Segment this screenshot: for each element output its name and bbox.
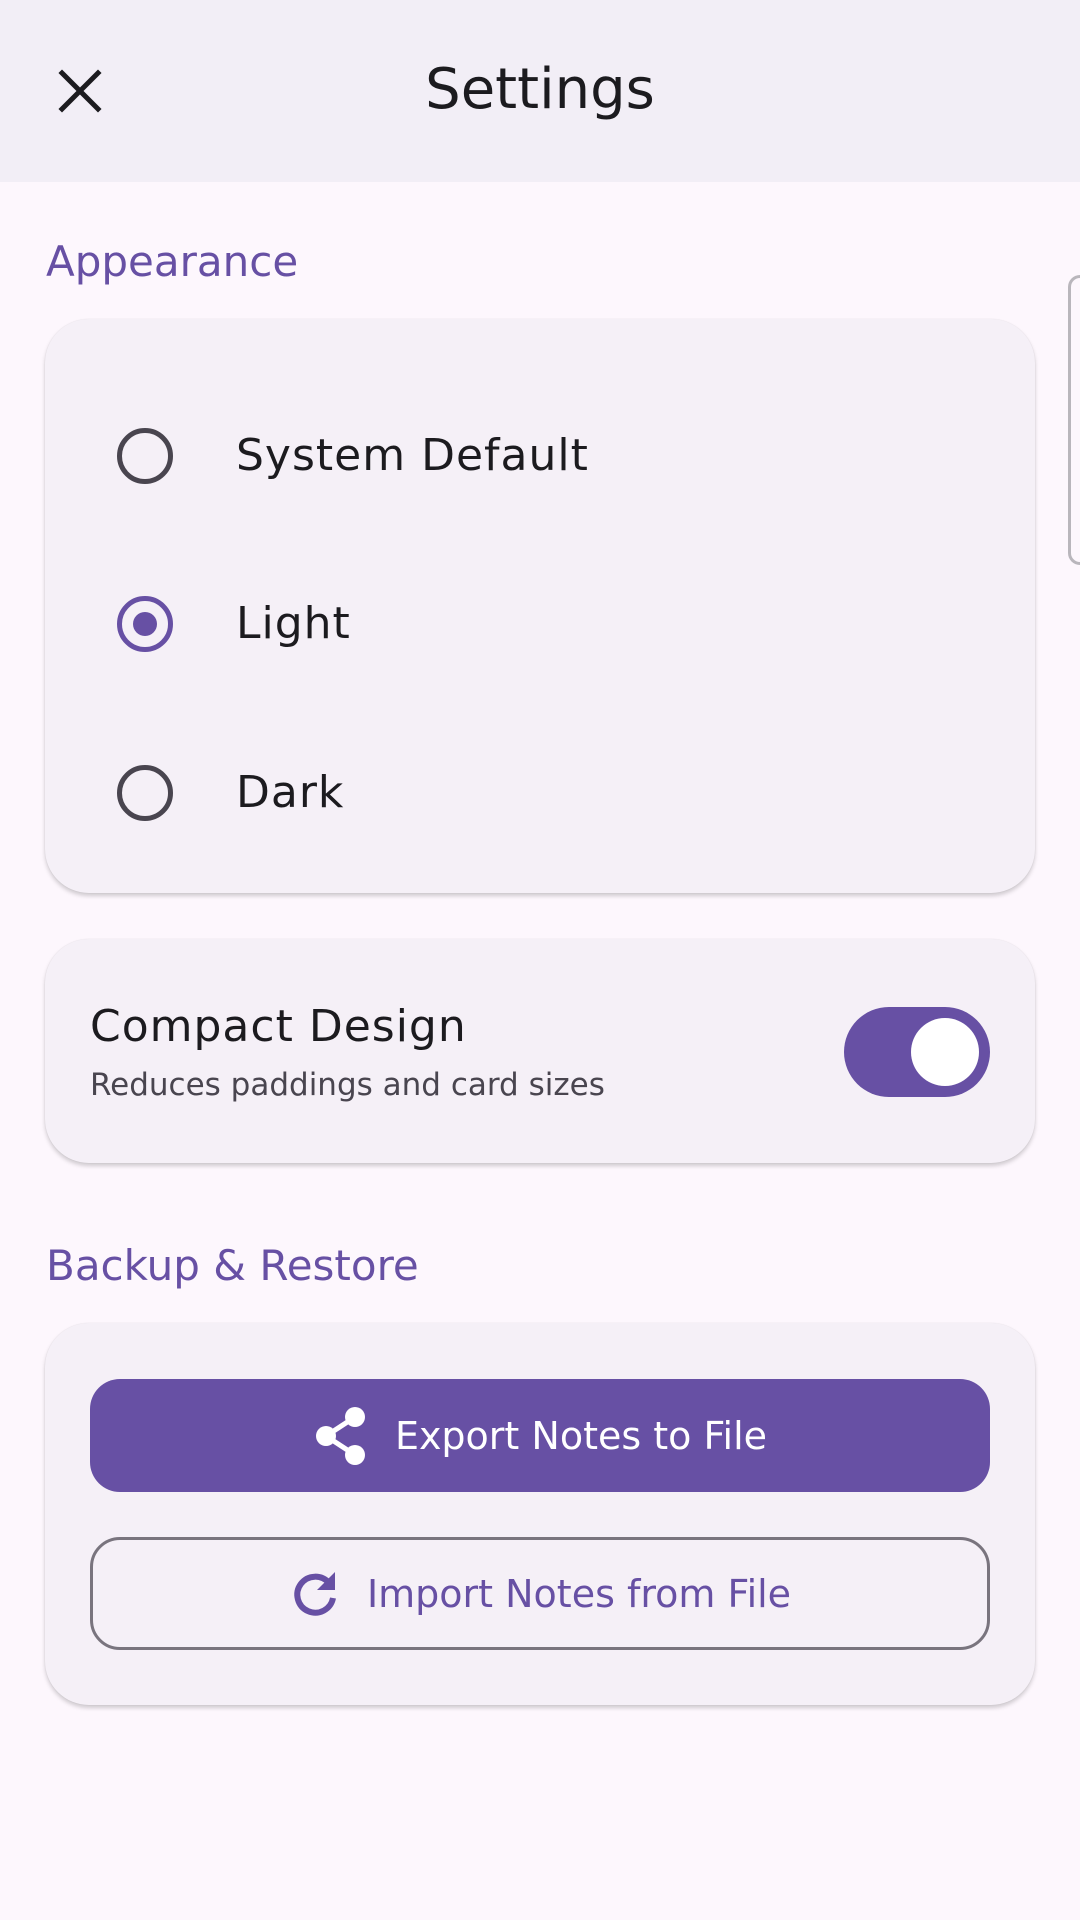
switch-thumb	[911, 1018, 979, 1086]
radio-button-light[interactable]	[117, 596, 173, 652]
theme-option-system-default[interactable]: System Default	[45, 381, 1035, 531]
backup-section-title: Backup & Restore	[46, 1241, 419, 1290]
refresh-icon	[289, 1568, 341, 1620]
app-bar: Settings	[0, 0, 1080, 182]
theme-option-label: Dark	[236, 767, 345, 818]
compact-design-subtitle: Reduces paddings and card sizes	[90, 1067, 605, 1103]
backup-card: Export Notes to File Import Notes from F…	[45, 1323, 1035, 1705]
theme-option-light[interactable]: Light	[45, 549, 1035, 699]
compact-design-card: Compact Design Reduces paddings and card…	[45, 939, 1035, 1163]
page-title: Settings	[425, 57, 655, 122]
compact-design-switch[interactable]	[844, 1007, 990, 1097]
export-notes-button[interactable]: Export Notes to File	[90, 1379, 990, 1492]
theme-option-label: System Default	[236, 430, 589, 481]
appearance-card: System Default Light Dark	[45, 319, 1035, 893]
radio-button-system-default[interactable]	[117, 428, 173, 484]
radio-button-dark[interactable]	[117, 765, 173, 821]
export-button-label: Export Notes to File	[394, 1413, 768, 1458]
theme-option-dark[interactable]: Dark	[45, 718, 1035, 868]
import-notes-button[interactable]: Import Notes from File	[90, 1537, 990, 1650]
appearance-section-title: Appearance	[46, 237, 299, 286]
import-button-label: Import Notes from File	[366, 1571, 792, 1616]
share-icon	[313, 1406, 369, 1466]
scroll-indicator	[1068, 275, 1080, 565]
theme-option-label: Light	[236, 598, 351, 649]
compact-design-title: Compact Design	[90, 1001, 467, 1052]
